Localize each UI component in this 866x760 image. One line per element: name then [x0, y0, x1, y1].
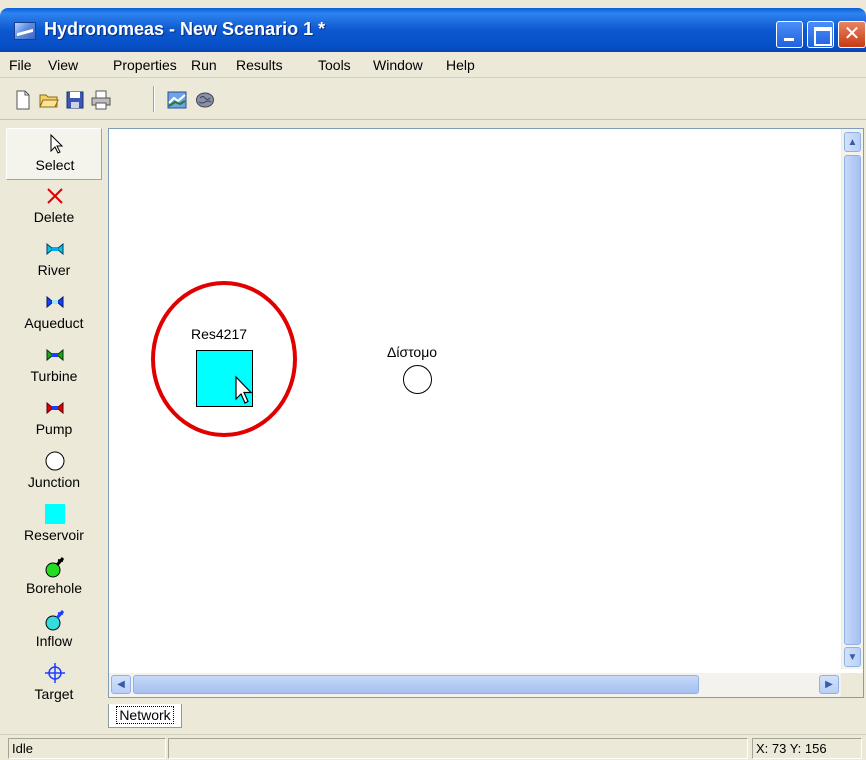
palette-borehole[interactable]: Borehole: [6, 552, 102, 604]
palette-river[interactable]: River: [6, 234, 102, 286]
close-icon: ✕: [843, 23, 861, 45]
save-button[interactable]: [62, 87, 86, 111]
scrollbar-corner: [841, 673, 863, 697]
palette-label: Junction: [27, 474, 81, 490]
palette-label: Inflow: [35, 633, 73, 649]
reservoir-label: Res4217: [191, 326, 248, 342]
reservoir-icon: [45, 504, 65, 524]
horizontal-scroll-thumb[interactable]: [133, 675, 699, 694]
network-map-icon: [167, 91, 187, 109]
title-bar[interactable]: Hydronomeas - New Scenario 1 * ✕: [0, 8, 866, 52]
close-button[interactable]: ✕: [838, 21, 866, 48]
menu-view[interactable]: View: [48, 57, 78, 73]
menu-file[interactable]: File: [9, 57, 32, 73]
palette-aqueduct[interactable]: Aqueduct: [6, 287, 102, 339]
scroll-up-arrow[interactable]: ▲: [844, 132, 861, 152]
app-window: Hydronomeas - New Scenario 1 * ✕ File Vi…: [0, 0, 866, 760]
palette-label: Aqueduct: [24, 315, 84, 331]
brain-icon: [196, 92, 214, 108]
turbine-icon: [46, 348, 64, 362]
reservoir-node[interactable]: [196, 350, 253, 407]
mouse-cursor-icon: [235, 375, 253, 404]
palette-target[interactable]: Target: [6, 658, 102, 710]
open-folder-icon: [39, 94, 59, 108]
palette-junction[interactable]: Junction: [6, 446, 102, 498]
palette-label: Select: [35, 157, 75, 173]
delete-x-icon: [47, 188, 63, 204]
horizontal-scrollbar[interactable]: ◀ ▶: [109, 673, 843, 697]
scroll-right-arrow[interactable]: ▶: [819, 675, 839, 694]
river-icon: [46, 242, 64, 256]
palette-inflow[interactable]: Inflow: [6, 605, 102, 657]
maximize-button[interactable]: [807, 21, 834, 48]
palette-label: Delete: [33, 209, 75, 225]
toolbar: [0, 80, 866, 120]
palette-label: Borehole: [25, 580, 83, 596]
status-bar: Idle X: 73 Y: 156: [0, 734, 866, 760]
tab-network[interactable]: Network: [108, 704, 182, 728]
network-map-button[interactable]: [164, 87, 188, 111]
status-pane-empty: [168, 738, 748, 759]
palette-select[interactable]: Select: [6, 128, 102, 180]
new-button[interactable]: [10, 87, 34, 111]
element-palette: Select Delete River Aqueduct Turbine Pum…: [0, 124, 104, 710]
inflow-icon: [45, 610, 65, 631]
brain-button[interactable]: [192, 87, 216, 111]
status-coordinates: X: 73 Y: 156: [752, 738, 862, 759]
open-button[interactable]: [36, 87, 60, 111]
menu-results[interactable]: Results: [236, 57, 283, 73]
aqueduct-icon: [46, 295, 64, 309]
network-canvas[interactable]: Res4217 Δίστομο ▲ ▼ ◀ ▶: [108, 128, 864, 698]
pump-icon: [46, 401, 64, 415]
save-icon: [66, 91, 84, 109]
menu-tools[interactable]: Tools: [318, 57, 351, 73]
palette-turbine[interactable]: Turbine: [6, 340, 102, 392]
tab-network-label: Network: [116, 706, 174, 724]
toolbar-separator: [153, 86, 155, 112]
print-button[interactable]: [88, 87, 112, 111]
borehole-icon: [45, 557, 65, 578]
menu-window[interactable]: Window: [373, 57, 423, 73]
palette-pump[interactable]: Pump: [6, 393, 102, 445]
window-title: Hydronomeas - New Scenario 1 *: [44, 19, 326, 39]
vertical-scrollbar[interactable]: ▲ ▼: [841, 129, 863, 669]
junction-label: Δίστομο: [387, 344, 438, 360]
palette-label: Target: [34, 686, 74, 702]
new-icon: [16, 90, 30, 110]
scroll-left-arrow[interactable]: ◀: [111, 675, 131, 694]
junction-icon: [45, 451, 65, 471]
cursor-icon: [50, 133, 64, 154]
junction-node[interactable]: [403, 365, 432, 394]
palette-label: Turbine: [30, 368, 78, 384]
vertical-scroll-thumb[interactable]: [844, 155, 861, 645]
status-message: Idle: [8, 738, 166, 759]
palette-delete[interactable]: Delete: [6, 181, 102, 233]
palette-label: Reservoir: [24, 527, 84, 543]
scroll-down-arrow[interactable]: ▼: [844, 647, 861, 667]
menu-run[interactable]: Run: [191, 57, 217, 73]
palette-label: River: [37, 262, 71, 278]
menu-help[interactable]: Help: [446, 57, 475, 73]
target-icon: [45, 663, 65, 683]
app-icon[interactable]: [14, 22, 36, 40]
palette-reservoir[interactable]: Reservoir: [6, 499, 102, 551]
palette-label: Pump: [35, 421, 73, 437]
print-icon: [91, 90, 111, 110]
menu-bar: File View Properties Run Results Tools W…: [0, 52, 866, 78]
menu-properties[interactable]: Properties: [113, 57, 177, 73]
minimize-button[interactable]: [776, 21, 803, 48]
